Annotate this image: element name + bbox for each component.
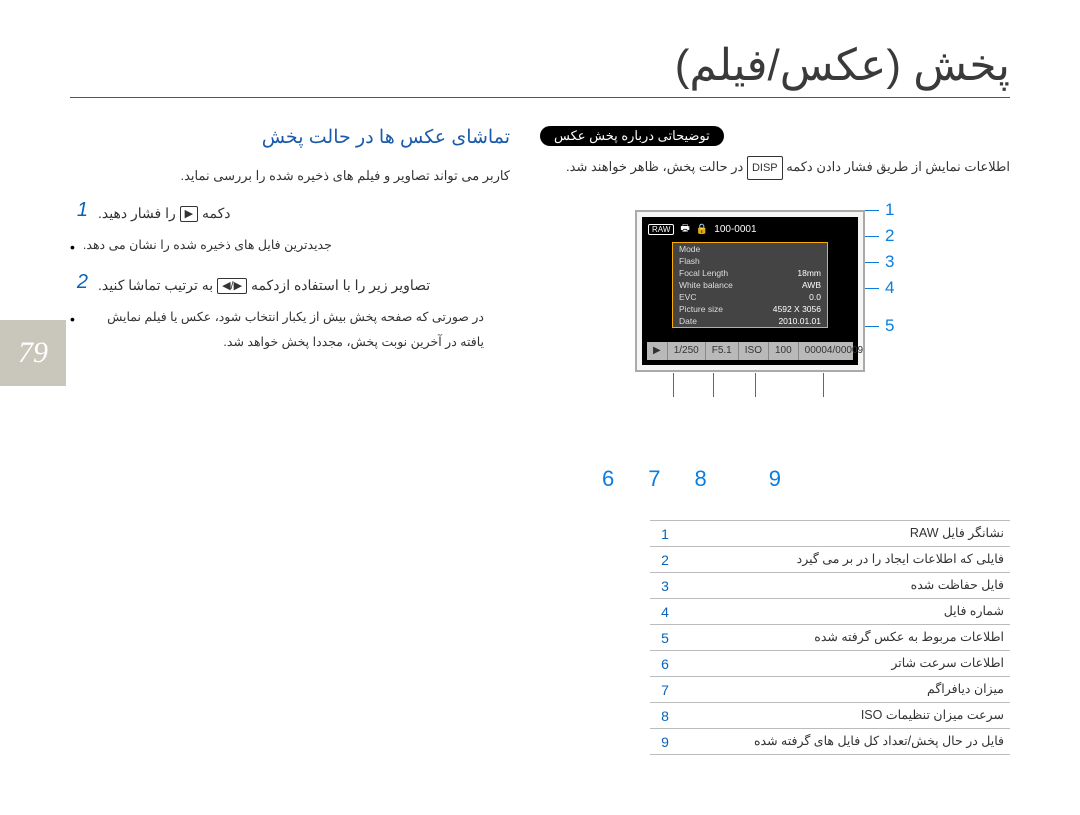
callout-line (713, 373, 714, 397)
step-suffix: به ترتیب تماشا کنید. (98, 277, 213, 293)
file-counter: 00004/00009 (799, 342, 871, 360)
lcd-screen: RAW 🖶 🔒 100-0001 Mode Flash Focal Length… (642, 217, 858, 365)
title-rule (70, 97, 1010, 98)
callout-number: 6 (602, 466, 614, 492)
bullet-dot-icon: • (70, 305, 75, 355)
step-2: 2 تصاویر زیر را با استفاده ازدکمه ◀/▶ به… (70, 271, 510, 299)
table-row: 4شماره فایل (650, 599, 1010, 625)
file-number: 100-0001 (714, 224, 756, 235)
step-number: 1 (70, 199, 88, 227)
f-number: F5.1 (706, 342, 739, 360)
page-number: 79 (18, 336, 48, 370)
iso-label: ISO (739, 342, 769, 360)
note-pill: توضیحاتی درباره پخش عکس (540, 126, 724, 146)
callout-line (755, 373, 756, 397)
play-button-icon: ▶ (180, 206, 198, 222)
bullet-dot-icon: • (70, 233, 75, 261)
table-row: 1نشانگر فایل RAW (650, 521, 1010, 547)
step-number: 2 (70, 271, 88, 299)
callout-line (673, 373, 674, 397)
left-column: توضیحاتی درباره پخش عکس اطلاعات نمایش از… (540, 126, 1010, 755)
callout-line (823, 373, 824, 397)
info-row: White balanceAWB (673, 279, 827, 291)
table-row: 9فایل در حال پخش/تعداد کل فایل های گرفته… (650, 729, 1010, 755)
table-row: 7میزان دیافراگم (650, 677, 1010, 703)
info-row: EVC0.0 (673, 291, 827, 303)
info-row: Flash (673, 255, 827, 267)
shutter-speed: 1/250 (668, 342, 706, 360)
step-suffix: را فشار دهید. (98, 205, 176, 221)
table-row: 5اطلاعات مربوط به عکس گرفته شده (650, 625, 1010, 651)
info-row: Date2010.01.01 (673, 315, 827, 327)
info-row: Picture size4592 X 3056 (673, 303, 827, 315)
info-row: Mode (673, 243, 827, 255)
table-row: 2فایلی که اطلاعات ایجاد را در بر می گیرد (650, 547, 1010, 573)
bullet-text: جدیدترین فایل های ذخیره شده را نشان می د… (83, 233, 332, 261)
bullet: • جدیدترین فایل های ذخیره شده را نشان می… (70, 233, 484, 261)
iso-value: 100 (769, 342, 799, 360)
page-number-tab: 79 (0, 320, 66, 386)
step-prefix: تصاویر زیر را با استفاده ازدکمه (251, 277, 430, 293)
print-icon: 🖶 (680, 221, 689, 238)
callout-number: 4 (885, 278, 894, 298)
lcd-top-bar: RAW 🖶 🔒 100-0001 (642, 217, 858, 238)
callout-number: 1 (885, 200, 894, 220)
note-suffix: در حالت پخش، ظاهر خواهند شد. (566, 159, 743, 174)
disp-button-icon: DISP (747, 156, 783, 180)
bullet: • در صورتی که صفحه پخش بیش از یکبار انتخ… (70, 305, 484, 355)
note-prefix: اطلاعات نمایش از طریق فشار دادن دکمه (786, 159, 1010, 174)
callout-number: 8 (695, 466, 707, 492)
bottom-callout-row: 6 7 8 9 (540, 466, 1010, 492)
lcd-frame: RAW 🖶 🔒 100-0001 Mode Flash Focal Length… (635, 210, 865, 372)
callout-number: 7 (648, 466, 660, 492)
legend-table: 1نشانگر فایل RAW 2فایلی که اطلاعات ایجاد… (650, 520, 1010, 755)
page-title: پخش (عکس/فیلم) (70, 40, 1010, 91)
lcd-diagram: 1 2 3 4 5 RAW 🖶 🔒 100-0001 (595, 198, 955, 448)
info-row: Focal Length18mm (673, 267, 827, 279)
step-text: تصاویر زیر را با استفاده ازدکمه ◀/▶ به ت… (98, 271, 430, 299)
lock-icon: 🔒 (696, 224, 708, 235)
table-row: 3فایل حفاظت شده (650, 573, 1010, 599)
callout-number: 2 (885, 226, 894, 246)
step-text: دکمه ▶ را فشار دهید. (98, 199, 230, 227)
step-prefix: دکمه (202, 205, 231, 221)
right-column: تماشای عکس ها در حالت پخش کاربر می تواند… (70, 126, 510, 755)
callout-number: 9 (769, 466, 781, 492)
bullet-text: در صورتی که صفحه پخش بیش از یکبار انتخاب… (83, 305, 484, 355)
section-heading: تماشای عکس ها در حالت پخش (70, 126, 510, 149)
play-icon: ▶ (647, 342, 668, 360)
callout-number: 5 (885, 316, 894, 336)
step-1: 1 دکمه ▶ را فشار دهید. (70, 199, 510, 227)
nav-arrows-icon: ◀/▶ (217, 278, 247, 294)
lcd-bottom-bar: ▶ 1/250 F5.1 ISO 100 00004/00009 (647, 342, 853, 360)
note-body: اطلاعات نمایش از طریق فشار دادن دکمه DIS… (540, 154, 1010, 180)
table-row: 6اطلاعات سرعت شاتر (650, 651, 1010, 677)
callout-number: 3 (885, 252, 894, 272)
table-row: 8سرعت میزان تنظیمات ISO (650, 703, 1010, 729)
raw-tag: RAW (648, 224, 674, 235)
info-panel: Mode Flash Focal Length18mm White balanc… (672, 242, 828, 328)
intro-text: کاربر می تواند تصاویر و فیلم های ذخیره ش… (70, 163, 510, 189)
